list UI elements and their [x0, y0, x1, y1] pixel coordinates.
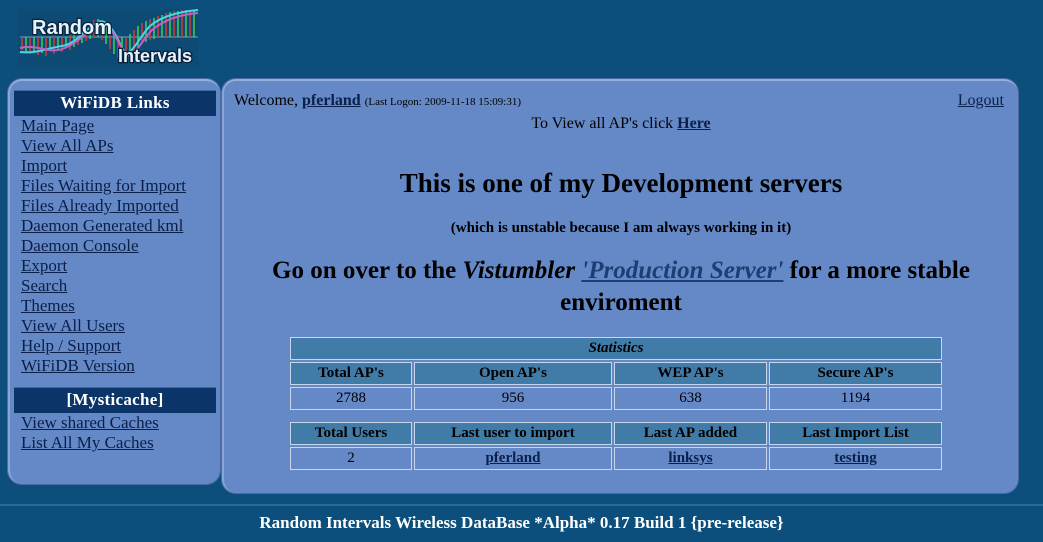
header-wep-aps: WEP AP's: [613, 362, 768, 385]
view-all-aps-here-link[interactable]: Here: [677, 115, 710, 132]
value-open-aps: 956: [414, 387, 612, 410]
table-row-headers-aps: Total AP's Open AP's WEP AP's Secure AP'…: [290, 362, 942, 385]
welcome-prefix: Welcome,: [234, 92, 299, 109]
production-notice-before: Go on over to the: [272, 257, 457, 284]
vistumbler-name: Vistumbler: [462, 257, 576, 284]
sidebar-item-view-all-aps[interactable]: View All APs: [10, 136, 220, 156]
value-wep-aps: 638: [613, 387, 768, 410]
main-content-panel: Welcome, pferland (Last Logon: 2009-11-1…: [222, 79, 1018, 493]
cell-last-user-to-import: pferland: [414, 447, 612, 470]
sidebar-item-view-all-users[interactable]: View All Users: [10, 316, 220, 336]
table-row-values-users: 2 pferland linksys testing: [290, 447, 942, 470]
header-total-users: Total Users: [290, 422, 413, 445]
table-row-headers-users: Total Users Last user to import Last AP …: [290, 422, 942, 445]
last-logon-text: (Last Logon: 2009-11-18 15:09:31): [364, 96, 522, 108]
table-row-title: Statistics: [290, 337, 942, 360]
welcome-username-link[interactable]: pferland: [302, 92, 361, 109]
site-logo[interactable]: Random Intervals: [10, 4, 206, 72]
header-last-ap-added: Last AP added: [613, 422, 768, 445]
sidebar-item-daemon-console[interactable]: Daemon Console: [10, 236, 220, 256]
table-row-spacer: [290, 412, 942, 420]
sidebar-item-main-page[interactable]: Main Page: [10, 116, 220, 136]
table-spacer-cell: [290, 412, 942, 420]
header-secure-aps: Secure AP's: [769, 362, 942, 385]
sidebar-item-list-all-my-caches[interactable]: List All My Caches: [10, 433, 220, 453]
logo-waveform-graphic: Random Intervals: [10, 4, 206, 72]
sidebar-item-files-already-imported[interactable]: Files Already Imported: [10, 196, 220, 216]
cell-last-ap-added: linksys: [613, 447, 768, 470]
value-total-aps: 2788: [290, 387, 413, 410]
value-last-user-to-import-link[interactable]: pferland: [485, 450, 540, 466]
sidebar-divider: [10, 376, 220, 387]
sidebar: WiFiDB Links Main Page View All APs Impo…: [8, 79, 220, 484]
value-last-import-list-link[interactable]: testing: [834, 450, 877, 466]
value-last-ap-added-link[interactable]: linksys: [668, 450, 712, 466]
value-secure-aps: 1194: [769, 387, 942, 410]
production-server-notice: Go on over to the Vistumbler 'Production…: [266, 255, 976, 319]
sidebar-item-export[interactable]: Export: [10, 256, 220, 276]
logo-word-random: Random: [32, 17, 112, 39]
sidebar-item-help-support[interactable]: Help / Support: [10, 336, 220, 356]
header-total-aps: Total AP's: [290, 362, 413, 385]
sidebar-item-import[interactable]: Import: [10, 156, 220, 176]
logout-link[interactable]: Logout: [958, 92, 1004, 110]
header-open-aps: Open AP's: [414, 362, 612, 385]
welcome-message: Welcome, pferland (Last Logon: 2009-11-1…: [234, 92, 521, 110]
sidebar-item-wifidb-version[interactable]: WiFiDB Version: [10, 356, 220, 376]
page-root: Random Intervals WiFiDB Links Main Page …: [0, 0, 1043, 542]
cell-last-import-list: testing: [769, 447, 942, 470]
table-row-values-aps: 2788 956 638 1194: [290, 387, 942, 410]
sidebar-item-themes[interactable]: Themes: [10, 296, 220, 316]
development-server-subheading: (which is unstable because I am always w…: [450, 220, 792, 236]
welcome-row: Welcome, pferland (Last Logon: 2009-11-1…: [234, 92, 1006, 114]
sidebar-item-search[interactable]: Search: [10, 276, 220, 296]
view-all-aps-line: To View all AP's click Here: [224, 115, 1018, 133]
statistics-table: Statistics Total AP's Open AP's WEP AP's…: [288, 335, 944, 472]
production-server-link[interactable]: 'Production Server': [581, 257, 783, 284]
header-last-user-to-import: Last user to import: [414, 422, 612, 445]
header-last-import-list: Last Import List: [769, 422, 942, 445]
sidebar-section-title-wifidb: WiFiDB Links: [14, 90, 216, 116]
sidebar-item-daemon-generated-kml[interactable]: Daemon Generated kml: [10, 216, 220, 236]
value-total-users: 2: [290, 447, 413, 470]
sidebar-section-title-mysticache: [Mysticache]: [14, 387, 216, 413]
statistics-table-title: Statistics: [290, 337, 942, 360]
sidebar-item-view-shared-caches[interactable]: View shared Caches: [10, 413, 220, 433]
statistics-table-wrapper: Statistics Total AP's Open AP's WEP AP's…: [288, 335, 944, 472]
sidebar-item-files-waiting-for-import[interactable]: Files Waiting for Import: [10, 176, 220, 196]
footer-version-bar: Random Intervals Wireless DataBase *Alph…: [0, 504, 1043, 542]
development-server-heading: This is one of my Development servers: [399, 168, 843, 198]
view-all-aps-prefix: To View all AP's click: [531, 115, 674, 132]
logo-word-intervals: Intervals: [118, 46, 192, 66]
